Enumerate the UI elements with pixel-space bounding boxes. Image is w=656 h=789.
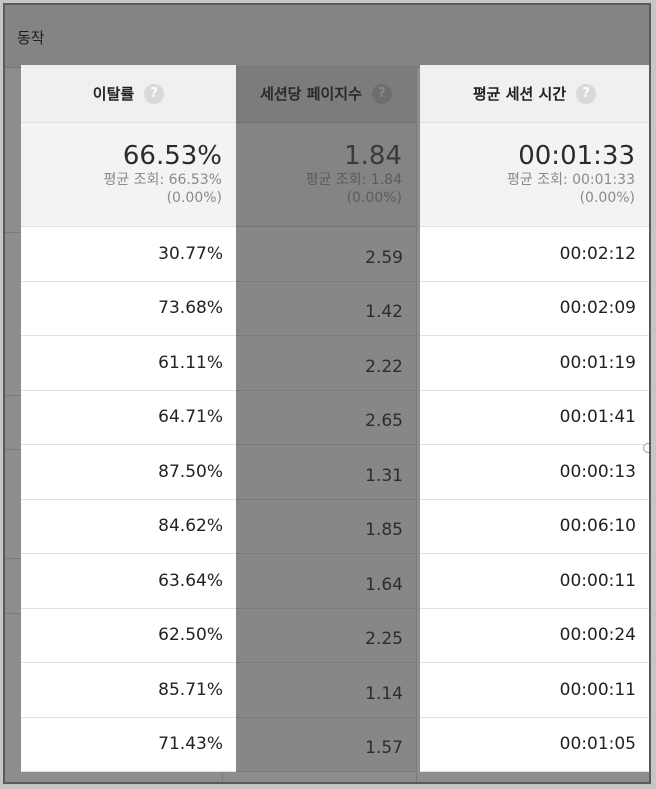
table-cell: 00:00:11 xyxy=(420,554,649,609)
section-header: 동작 xyxy=(5,5,649,68)
column-header-label: 이탈률 xyxy=(92,85,135,103)
summary-average: 평균 조회: 66.53% xyxy=(103,172,222,188)
table-cell: 1.42 xyxy=(236,282,416,336)
column-header-label: 평균 세션 시간 xyxy=(472,85,567,103)
table-cell: 62.50% xyxy=(21,609,236,663)
table-cell: 61.11% xyxy=(21,336,236,391)
table-cell: 1.14 xyxy=(236,663,416,718)
table-cell: 2.59 xyxy=(236,227,416,282)
table-cell: 64.71% xyxy=(21,391,236,445)
table-cell: 71.43% xyxy=(21,718,236,772)
table-cell: 2.25 xyxy=(236,609,416,663)
column-bounce-rate: 이탈률 ? 66.53% 평균 조회: 66.53% (0.00%) 30.77… xyxy=(21,65,236,772)
column-header[interactable]: 평균 세션 시간 ? xyxy=(420,65,649,123)
grid-divider xyxy=(416,67,417,782)
column-summary: 00:01:33 평균 조회: 00:01:33 (0.00%) xyxy=(420,123,649,227)
table-cell: 1.57 xyxy=(236,718,416,772)
table-cell: 87.50% xyxy=(21,445,236,500)
table-cell: 00:02:09 xyxy=(420,282,649,336)
column-summary: 66.53% 평균 조회: 66.53% (0.00%) xyxy=(21,123,236,227)
column-header[interactable]: 세션당 페이지수 ? xyxy=(236,65,416,123)
table-cell: 2.65 xyxy=(236,391,416,445)
summary-average: 평균 조회: 00:01:33 xyxy=(506,172,635,188)
table-cell: 00:06:10 xyxy=(420,500,649,554)
table-cell: 1.85 xyxy=(236,500,416,554)
table-cell: 30.77% xyxy=(21,227,236,282)
summary-percent: (0.00%) xyxy=(166,190,222,206)
column-summary: 1.84 평균 조회: 1.84 (0.00%) xyxy=(236,123,416,227)
table-cell: 85.71% xyxy=(21,663,236,718)
table-cell: 2.22 xyxy=(236,336,416,391)
table-cell: 00:01:05 xyxy=(420,718,649,772)
table-cell: 00:02:12 xyxy=(420,227,649,282)
report-panel: 동작 이탈률 ? 66.53% 평균 조회: 66.53% (0.00%) 30… xyxy=(3,3,651,784)
table-cell: 00:01:19 xyxy=(420,336,649,391)
help-circle-icon[interactable]: ? xyxy=(576,83,597,104)
table-cell: 63.64% xyxy=(21,554,236,609)
column-pages-per-session: 세션당 페이지수 ? 1.84 평균 조회: 1.84 (0.00%) 2.59… xyxy=(236,65,416,772)
summary-value: 1.84 xyxy=(344,141,402,171)
summary-average: 평균 조회: 1.84 xyxy=(305,172,402,188)
table-cell: 73.68% xyxy=(21,282,236,336)
summary-percent: (0.00%) xyxy=(579,190,635,206)
table-cell: 00:00:24 xyxy=(420,609,649,663)
table-cell: 84.62% xyxy=(21,500,236,554)
summary-value: 00:01:33 xyxy=(518,141,635,171)
summary-value: 66.53% xyxy=(122,141,222,171)
help-circle-icon[interactable]: ? xyxy=(371,83,392,104)
resize-handle-icon[interactable] xyxy=(643,443,649,453)
summary-percent: (0.00%) xyxy=(346,190,402,206)
section-title: 동작 xyxy=(17,29,45,47)
table-cell: 1.64 xyxy=(236,554,416,609)
table-cell: 00:00:13 xyxy=(420,445,649,500)
column-header[interactable]: 이탈률 ? xyxy=(21,65,236,123)
help-circle-icon[interactable]: ? xyxy=(144,83,165,104)
table-cell: 00:01:41 xyxy=(420,391,649,445)
column-header-label: 세션당 페이지수 xyxy=(260,85,362,103)
column-avg-session-duration: 평균 세션 시간 ? 00:01:33 평균 조회: 00:01:33 (0.0… xyxy=(420,65,649,772)
table-cell: 00:00:11 xyxy=(420,663,649,718)
table-cell: 1.31 xyxy=(236,445,416,500)
